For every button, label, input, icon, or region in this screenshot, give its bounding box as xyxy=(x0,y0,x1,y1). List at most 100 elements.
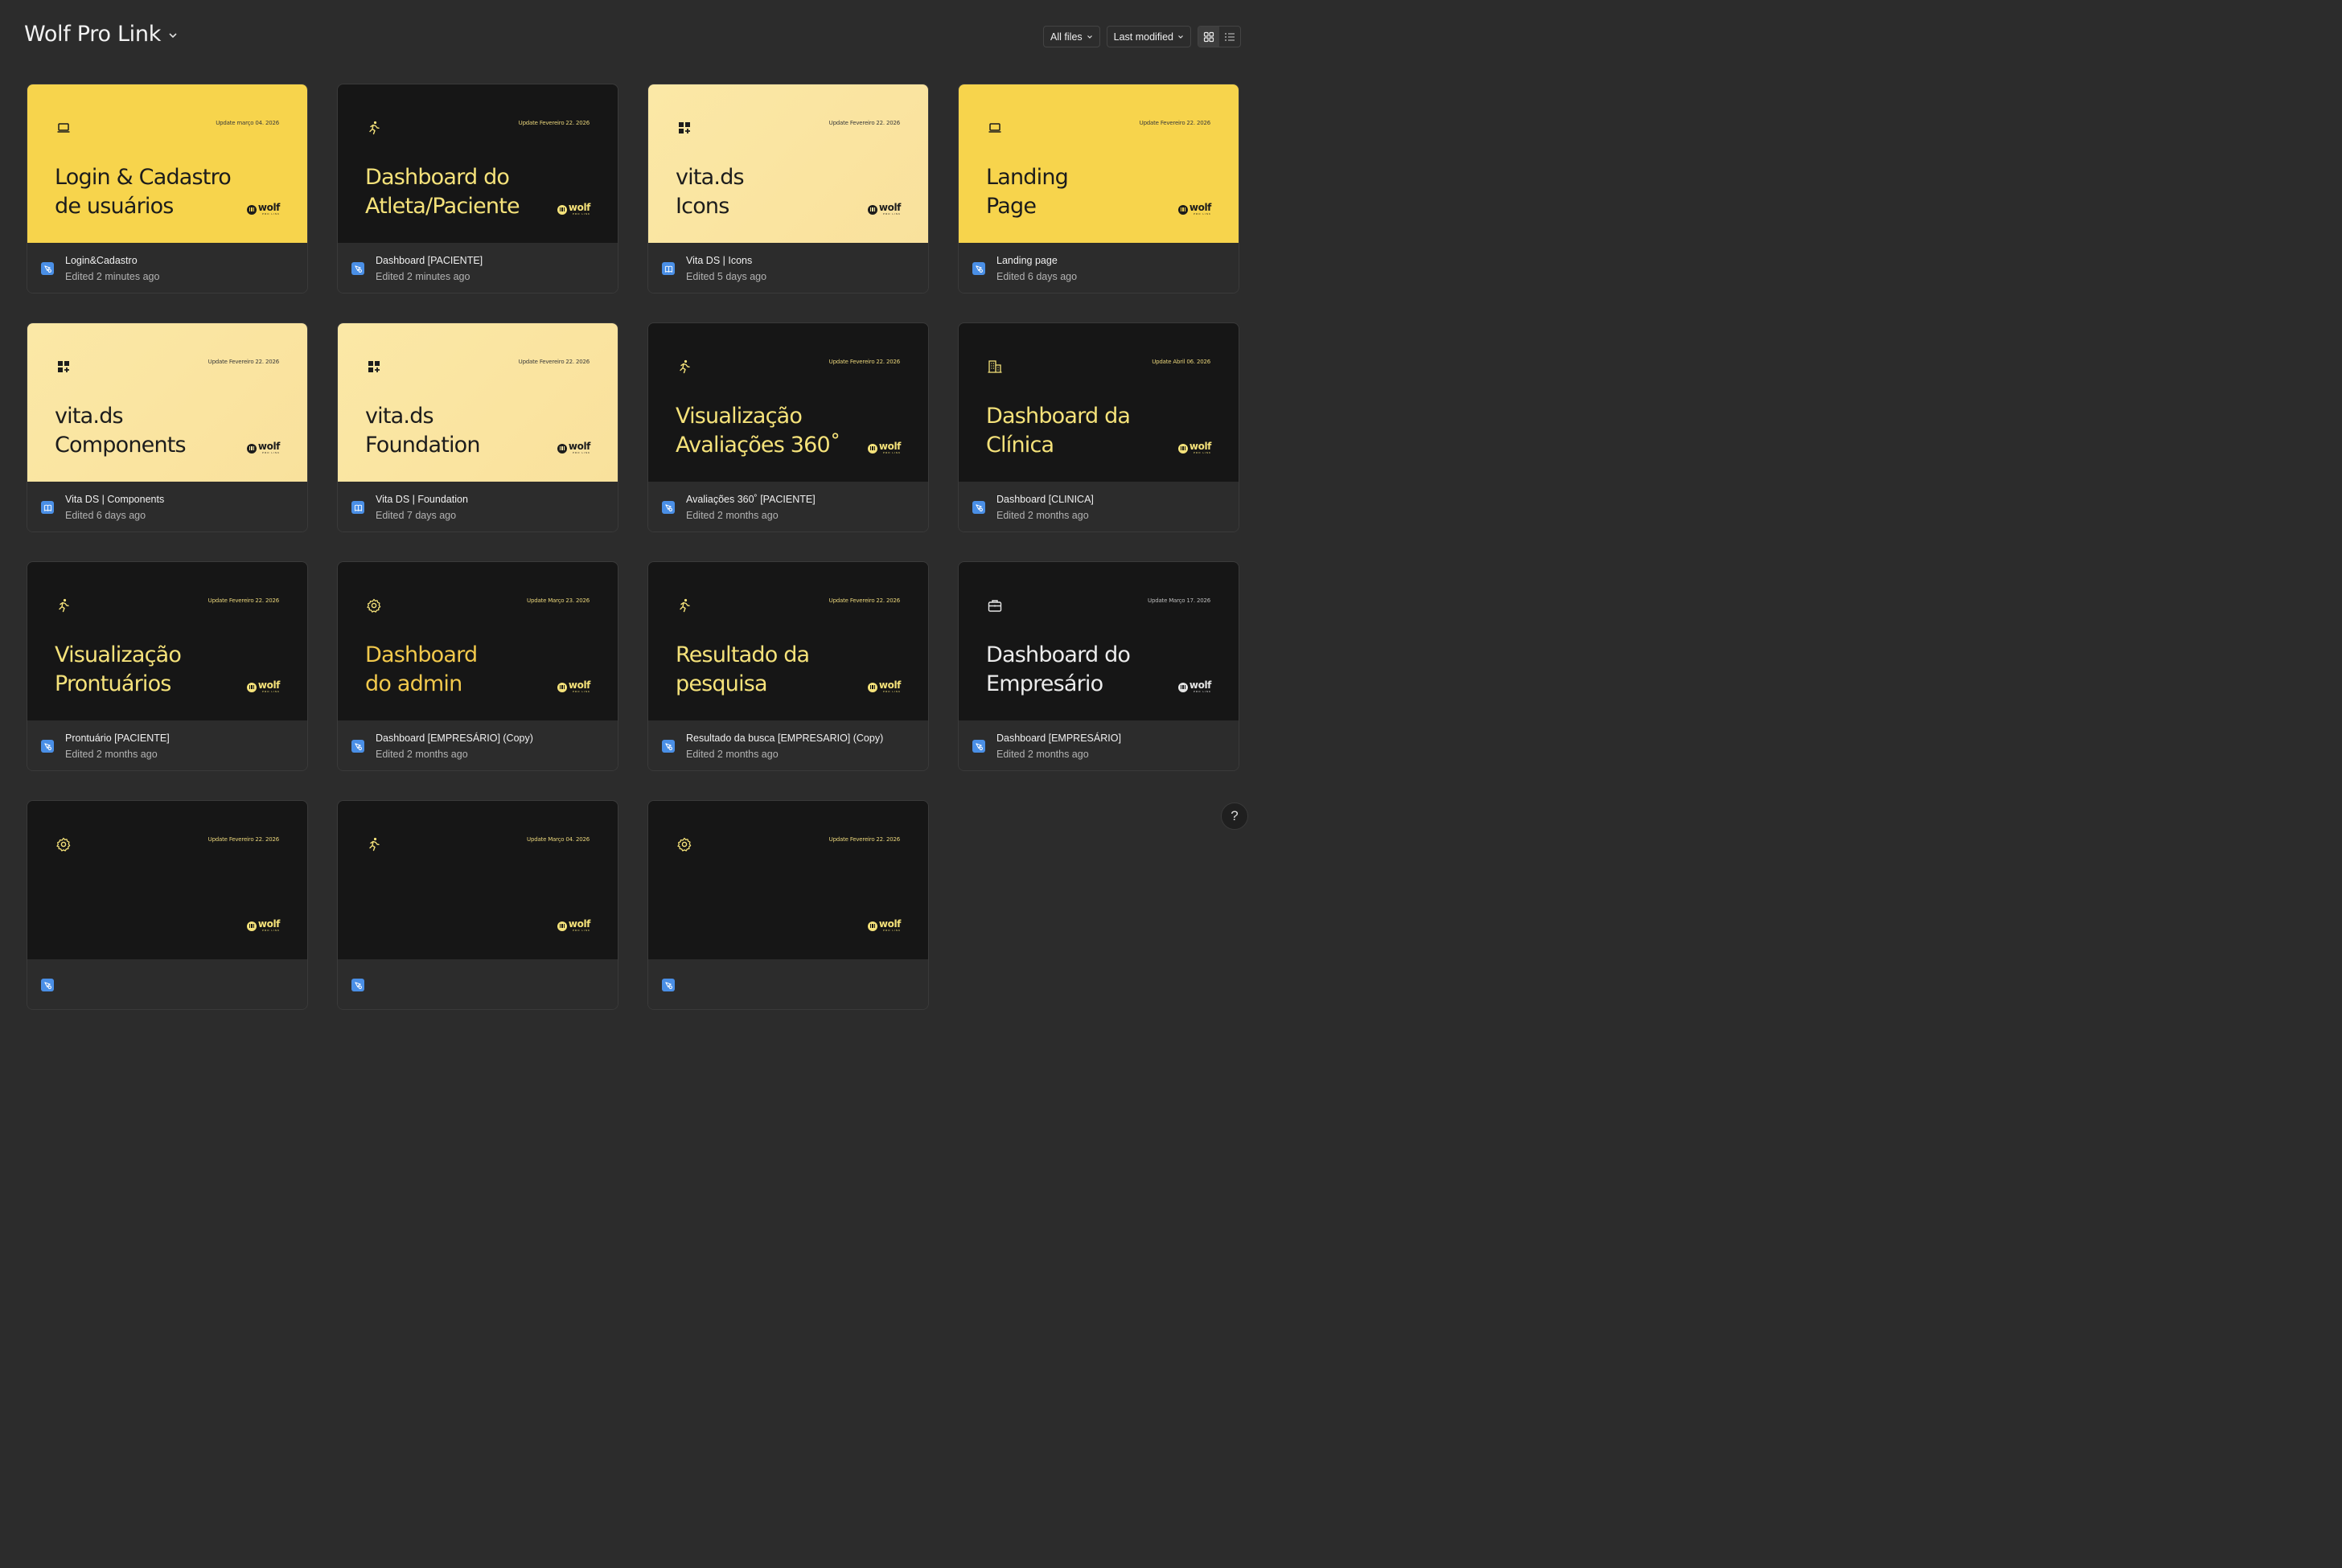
widgets-icon xyxy=(55,359,72,375)
thumbnail-title-line: Clínica xyxy=(986,433,1054,458)
filter-dropdown[interactable]: All files xyxy=(1043,26,1100,47)
chevron-down-icon[interactable] xyxy=(166,28,180,43)
file-card[interactable]: Update Fevereiro 22. 2026 Visualização A… xyxy=(647,322,929,532)
wolf-logo: wolf PRO LINK xyxy=(557,919,590,932)
update-date: Update Fevereiro 22. 2026 xyxy=(207,836,280,843)
file-card[interactable]: Update Fevereiro 22. 2026 Landing Page w… xyxy=(958,84,1239,293)
design-file-icon xyxy=(662,501,675,514)
thumbnail-title-line: Foundation xyxy=(365,433,481,458)
wolf-logo: wolf PRO LINK xyxy=(246,441,280,454)
wolf-logo: wolf PRO LINK xyxy=(557,441,590,454)
design-file-icon xyxy=(972,262,985,275)
laptop-icon xyxy=(55,120,72,136)
thumbnail-title: Visualização Avaliações 360˚ xyxy=(676,402,840,460)
filter-label: All files xyxy=(1050,31,1083,43)
update-date: Update Fevereiro 22. 2026 xyxy=(207,597,280,604)
file-info: Vita DS | Components Edited 6 days ago xyxy=(27,482,307,532)
list-view-button[interactable] xyxy=(1219,27,1240,47)
grid-view-button[interactable] xyxy=(1198,27,1219,47)
wolf-logo: wolf PRO LINK xyxy=(557,680,590,693)
file-name: Login&Cadastro xyxy=(65,255,138,266)
widgets-icon xyxy=(366,359,382,375)
design-file-icon xyxy=(972,501,985,514)
file-card[interactable]: Update Fevereiro 22. 2026 vita.ds Icons … xyxy=(647,84,929,293)
thumbnail-title-line: Dashboard do xyxy=(365,165,510,190)
file-card[interactable]: Update Fevereiro 22. 2026 Visualização P… xyxy=(27,561,308,771)
file-card[interactable]: Update Março 04. 2026 wolf PRO LINK xyxy=(337,800,618,1010)
laptop-icon xyxy=(987,120,1003,136)
update-date: Update Março 23. 2026 xyxy=(527,597,590,604)
wolf-logo: wolf PRO LINK xyxy=(867,680,901,693)
file-card[interactable]: Update Fevereiro 22. 2026 wolf PRO LINK xyxy=(27,800,308,1010)
thumbnail-title-line: Dashboard do xyxy=(986,642,1131,667)
thumbnail-title: Resultado da pesquisa xyxy=(676,641,810,699)
thumbnail-title: vita.ds Foundation xyxy=(365,402,481,460)
thumbnail-title-line: Components xyxy=(55,433,187,458)
sort-dropdown[interactable]: Last modified xyxy=(1106,26,1191,47)
design-file-icon xyxy=(662,979,675,991)
file-info xyxy=(338,959,618,1009)
project-title[interactable]: Wolf Pro Link xyxy=(24,22,161,47)
header: Wolf Pro Link All files Last modified xyxy=(0,0,1261,72)
file-thumbnail: Update Fevereiro 22. 2026 Visualização P… xyxy=(27,562,307,720)
file-name: Dashboard [EMPRESÁRIO] xyxy=(996,733,1121,744)
file-thumbnail: Update Fevereiro 22. 2026 Visualização A… xyxy=(648,323,928,482)
update-date: Update Fevereiro 22. 2026 xyxy=(207,359,280,365)
thumbnail-title: vita.ds Components xyxy=(55,402,187,460)
thumbnail-title-line: Empresário xyxy=(986,671,1103,696)
thumbnail-title: Visualização Prontuários xyxy=(55,641,182,699)
file-card[interactable]: Update Fevereiro 22. 2026 Resultado da p… xyxy=(647,561,929,771)
file-name: Dashboard [CLINICA] xyxy=(996,494,1094,505)
file-edited-time: Edited 6 days ago xyxy=(996,271,1078,282)
file-grid: Update março 04. 2026 Login & Cadastro d… xyxy=(27,84,1239,1010)
wolf-logo: wolf PRO LINK xyxy=(557,203,590,215)
thumbnail-title-line: Dashboard xyxy=(365,642,478,667)
thumbnail-title: vita.ds Icons xyxy=(676,163,745,221)
file-name: Vita DS | Foundation xyxy=(376,494,468,505)
running-person-icon xyxy=(676,359,692,375)
view-toggle xyxy=(1198,26,1241,47)
thumbnail-title-line: Visualização xyxy=(55,642,182,667)
thumbnail-title-line: Icons xyxy=(676,194,729,219)
wolf-logo: wolf PRO LINK xyxy=(867,441,901,454)
thumbnail-title: Dashboard do admin xyxy=(365,641,478,699)
thumbnail-title-line: Landing xyxy=(986,165,1069,190)
file-info: Dashboard [EMPRESÁRIO] Edited 2 months a… xyxy=(959,720,1239,770)
update-date: Update Fevereiro 22. 2026 xyxy=(518,120,590,126)
thumbnail-title-line: Dashboard da xyxy=(986,404,1131,429)
file-edited-time: Edited 7 days ago xyxy=(376,510,457,521)
file-info: Dashboard [CLINICA] Edited 2 months ago xyxy=(959,482,1239,532)
design-file-icon xyxy=(351,262,364,275)
gear-icon xyxy=(676,836,692,852)
file-thumbnail: Update Março 23. 2026 Dashboard do admin… xyxy=(338,562,618,720)
file-card[interactable]: Update Fevereiro 22. 2026 vita.ds Compon… xyxy=(27,322,308,532)
file-card[interactable]: Update Março 17. 2026 Dashboard do Empre… xyxy=(958,561,1239,771)
design-file-icon xyxy=(41,740,54,753)
file-thumbnail: Update Março 04. 2026 wolf PRO LINK xyxy=(338,801,618,959)
thumbnail-title: Dashboard da Clínica xyxy=(986,402,1131,460)
file-name: Resultado da busca [EMPRESARIO] (Copy) xyxy=(686,733,884,744)
wolf-logo: wolf PRO LINK xyxy=(867,919,901,932)
file-card[interactable]: Update março 04. 2026 Login & Cadastro d… xyxy=(27,84,308,293)
file-info: Login&Cadastro Edited 2 minutes ago xyxy=(27,243,307,293)
file-thumbnail: Update Abril 06. 2026 Dashboard da Clíni… xyxy=(959,323,1239,482)
file-card[interactable]: Update Fevereiro 22. 2026 Dashboard do A… xyxy=(337,84,618,293)
file-card[interactable]: Update Abril 06. 2026 Dashboard da Clíni… xyxy=(958,322,1239,532)
thumbnail-title-line: Visualização xyxy=(676,404,803,429)
wolf-logo: wolf PRO LINK xyxy=(246,203,280,215)
help-button[interactable]: ? xyxy=(1221,802,1248,830)
building-icon xyxy=(987,359,1003,375)
file-card[interactable]: Update Março 23. 2026 Dashboard do admin… xyxy=(337,561,618,771)
file-card[interactable]: Update Fevereiro 22. 2026 vita.ds Founda… xyxy=(337,322,618,532)
update-date: Update Março 04. 2026 xyxy=(527,836,590,843)
design-file-icon xyxy=(41,262,54,275)
update-date: Update Fevereiro 22. 2026 xyxy=(1139,120,1211,126)
thumbnail-title: Dashboard do Empresário xyxy=(986,641,1131,699)
file-name: Dashboard [PACIENTE] xyxy=(376,255,483,266)
file-card[interactable]: Update Fevereiro 22. 2026 wolf PRO LINK xyxy=(647,800,929,1010)
file-name: Vita DS | Components xyxy=(65,494,165,505)
wolf-logo: wolf PRO LINK xyxy=(246,919,280,932)
thumbnail-title-line: Atleta/Paciente xyxy=(365,194,520,219)
file-thumbnail: Update Fevereiro 22. 2026 vita.ds Icons … xyxy=(648,84,928,243)
file-thumbnail: Update março 04. 2026 Login & Cadastro d… xyxy=(27,84,307,243)
